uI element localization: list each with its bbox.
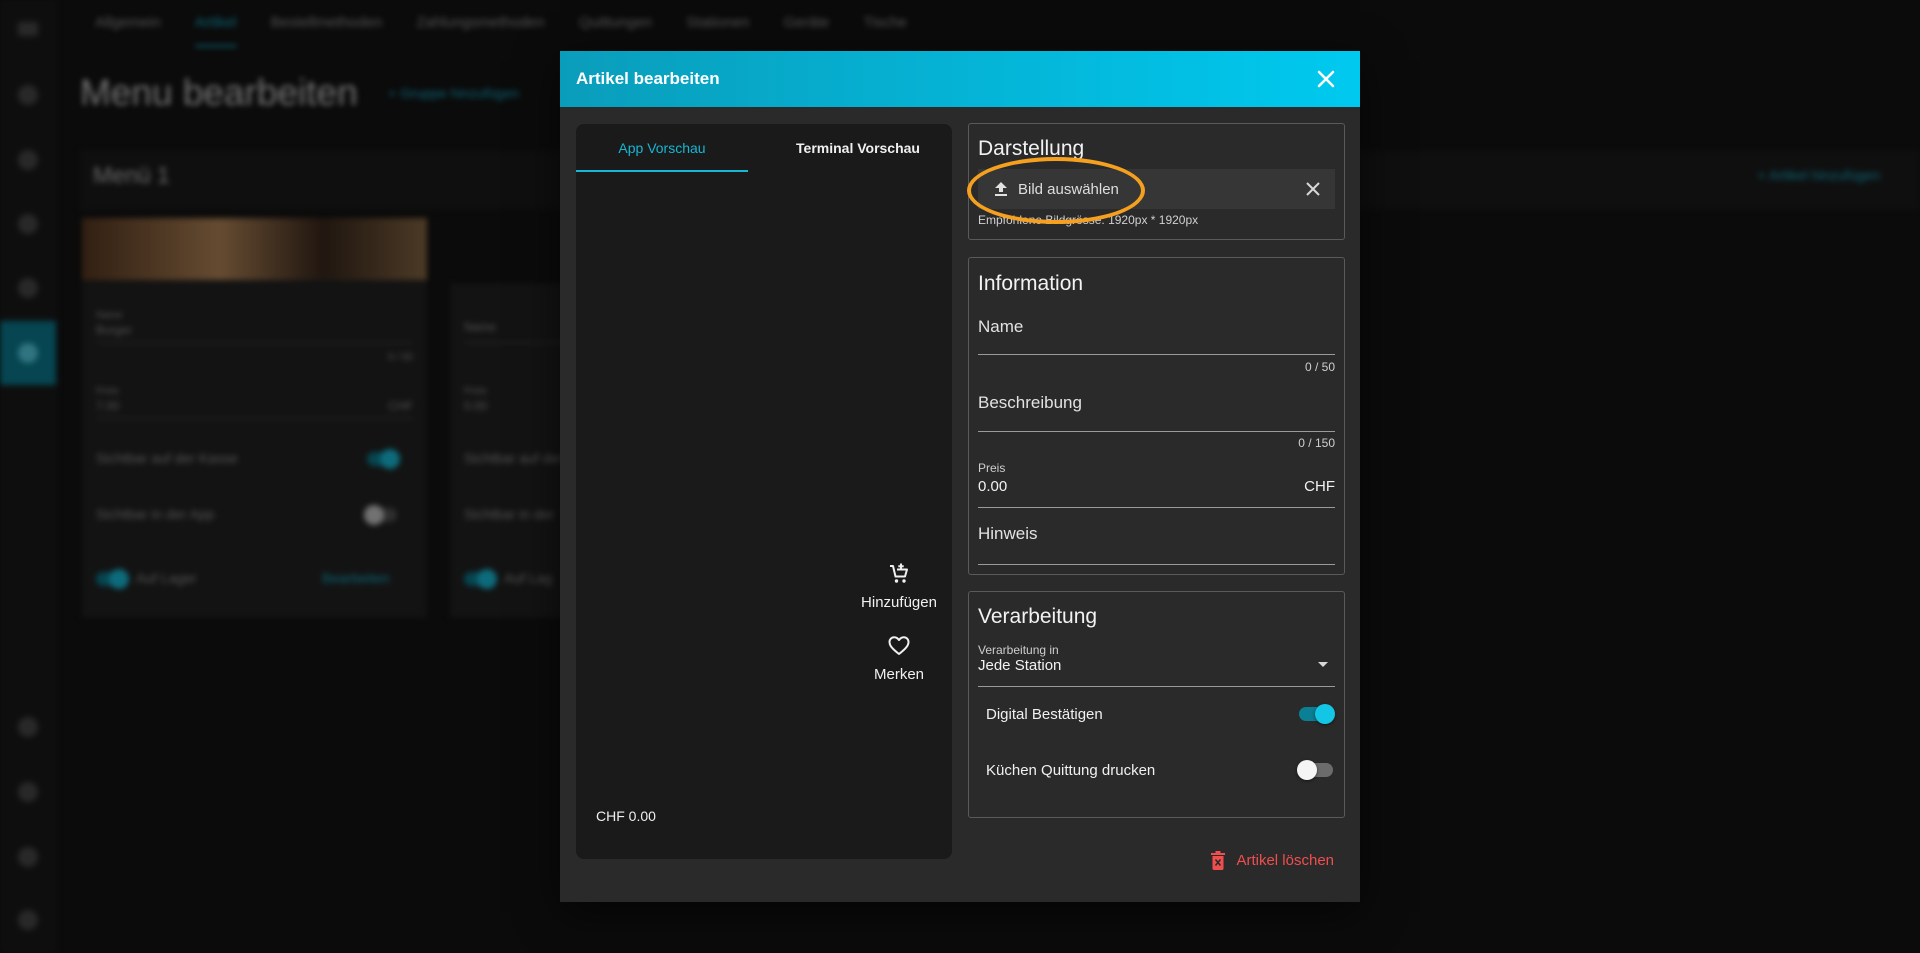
description-underline xyxy=(978,431,1335,432)
favorite-button[interactable]: Merken xyxy=(854,634,944,683)
preview-price: CHF 0.00 xyxy=(596,808,656,824)
price-underline xyxy=(978,507,1335,508)
switch-knob xyxy=(1297,760,1317,780)
close-icon xyxy=(1306,182,1320,196)
trash-icon xyxy=(1211,851,1226,870)
section-title: Verarbeitung xyxy=(978,605,1098,628)
image-size-hint: Empfohlene Bildgrösse: 1920px * 1920px xyxy=(978,213,1199,227)
price-field[interactable]: Preis 0.00 CHF xyxy=(978,461,1335,509)
note-label: Hinweis xyxy=(978,524,1038,543)
dialog-header: Artikel bearbeiten xyxy=(560,51,1360,107)
processing-select-underline xyxy=(978,686,1335,687)
note-field[interactable]: Hinweis xyxy=(978,524,1335,568)
add-to-cart-label: Hinzufügen xyxy=(861,594,937,611)
section-title: Darstellung xyxy=(978,137,1085,160)
name-field[interactable]: Name xyxy=(978,317,1335,357)
preview-tabs: App Vorschau Terminal Vorschau xyxy=(576,124,952,172)
name-underline xyxy=(978,354,1335,355)
processing-select[interactable]: Verarbeitung in Jede Station xyxy=(978,643,1335,687)
preview-panel: App Vorschau Terminal Vorschau Hinzufüge… xyxy=(576,124,952,859)
processing-select-value: Jede Station xyxy=(978,657,1062,674)
toggle-digital-label: Digital Bestätigen xyxy=(986,705,1103,723)
tab-app-preview-label: App Vorschau xyxy=(618,140,706,156)
note-underline xyxy=(978,564,1335,565)
toggle-kitchen-receipt[interactable] xyxy=(1297,760,1333,780)
add-to-cart-button[interactable]: Hinzufügen xyxy=(854,562,944,611)
close-icon xyxy=(1317,70,1335,88)
toggle-digital-confirm[interactable] xyxy=(1299,704,1335,724)
clear-image-button[interactable] xyxy=(1303,179,1323,199)
image-upload-field: Bild auswählen xyxy=(978,169,1335,209)
description-label: Beschreibung xyxy=(978,393,1082,412)
tab-terminal-preview-label: Terminal Vorschau xyxy=(796,140,920,156)
tab-terminal-preview[interactable]: Terminal Vorschau xyxy=(764,124,952,172)
description-field[interactable]: Beschreibung xyxy=(978,393,1335,433)
processing-select-label: Verarbeitung in xyxy=(978,643,1059,657)
toggle-row-digital: Digital Bestätigen xyxy=(986,702,1335,726)
select-image-label: Bild auswählen xyxy=(1018,180,1119,198)
heart-icon xyxy=(888,636,910,655)
favorite-label: Merken xyxy=(873,666,925,683)
toggle-kitchen-label: Küchen Quittung drucken xyxy=(986,761,1156,779)
section-title: Information xyxy=(978,272,1084,295)
dialog-title: Artikel bearbeiten xyxy=(576,69,720,88)
price-value: 0.00 xyxy=(978,478,1008,495)
description-counter: 0 / 150 xyxy=(1298,436,1335,450)
delete-article-button[interactable]: Artikel löschen xyxy=(1210,851,1334,870)
select-image-button[interactable]: Bild auswählen xyxy=(992,180,1119,198)
edit-article-dialog: Artikel bearbeiten App Vorschau Terminal… xyxy=(560,51,1360,902)
add-cart-icon xyxy=(890,563,908,583)
dropdown-arrow-icon xyxy=(1318,662,1328,667)
tab-app-preview[interactable]: App Vorschau xyxy=(576,124,764,172)
section-darstellung: Darstellung Bild auswählen Empfohlene Bi… xyxy=(967,123,1345,240)
toggle-row-kitchen: Küchen Quittung drucken xyxy=(986,758,1333,782)
name-label: Name xyxy=(978,317,1024,336)
section-information: Information Name 0 / 50 Beschreibung 0 /… xyxy=(968,257,1345,575)
close-button[interactable] xyxy=(1312,65,1340,93)
switch-knob xyxy=(1315,704,1335,724)
upload-icon xyxy=(995,182,1007,196)
price-label: Preis xyxy=(978,461,1006,475)
name-counter: 0 / 50 xyxy=(1304,360,1335,374)
section-verarbeitung: Verarbeitung Verarbeitung in Jede Statio… xyxy=(968,591,1345,818)
delete-article-label: Artikel löschen xyxy=(1236,852,1334,869)
price-suffix: CHF xyxy=(1304,478,1335,495)
